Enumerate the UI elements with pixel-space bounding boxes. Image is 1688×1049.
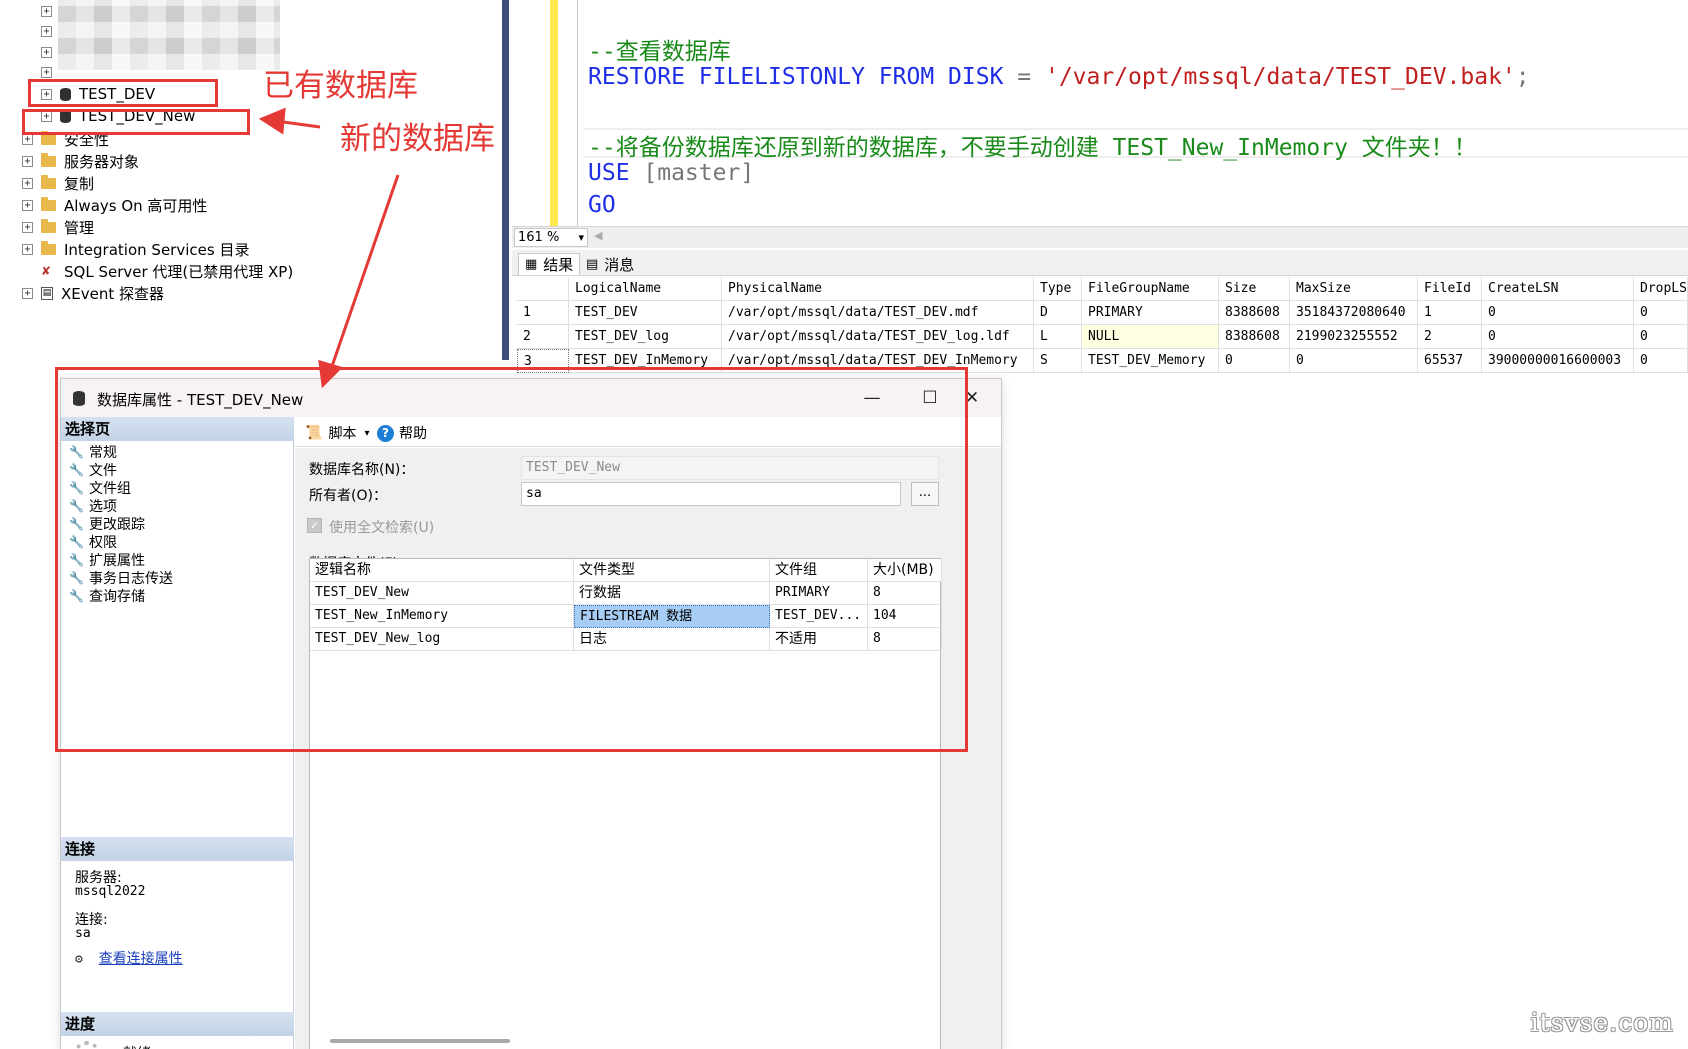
arrow-to-dialog [328, 174, 400, 373]
watermark: itsvse.com [1530, 1008, 1674, 1037]
arrow-head [258, 107, 286, 135]
arrow-head [318, 359, 343, 389]
annotation-arrows [258, 107, 400, 389]
